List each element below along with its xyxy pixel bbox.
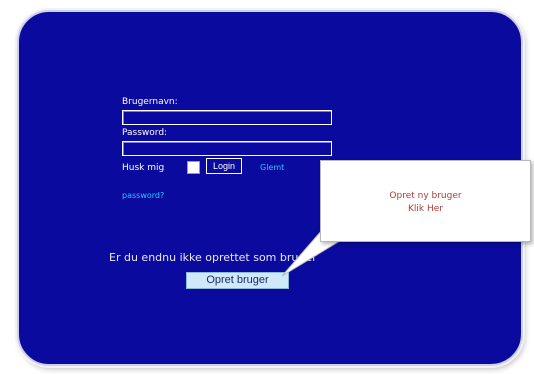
create-user-button[interactable]: Opret bruger [186,272,289,289]
page: Brugernavn: Password: Husk mig Login Gle… [0,0,534,374]
remember-me-label: Husk mig [122,163,165,173]
login-row: Husk mig Login Glemt [122,158,337,176]
callout-box: Opret ny bruger Klik Her [320,160,531,242]
callout-line-2: Klik Her [408,204,443,214]
username-input[interactable] [122,110,332,125]
forgot-password-link-line2[interactable]: password? [122,191,164,201]
login-button[interactable]: Login [206,158,243,174]
callout-line-1: Opret ny bruger [389,191,462,201]
password-label: Password: [122,128,168,138]
forgot-password-link[interactable]: Glemt [260,163,284,173]
username-label: Brugernavn: [122,97,178,107]
callout-text: Opret ny bruger Klik Her [321,190,530,216]
login-form: Brugernavn: Password: Husk mig Login Gle… [122,97,337,176]
signup-question: Er du endnu ikke oprettet som bruger [109,251,317,264]
password-input[interactable] [122,141,332,156]
remember-me-checkbox[interactable] [187,161,200,174]
